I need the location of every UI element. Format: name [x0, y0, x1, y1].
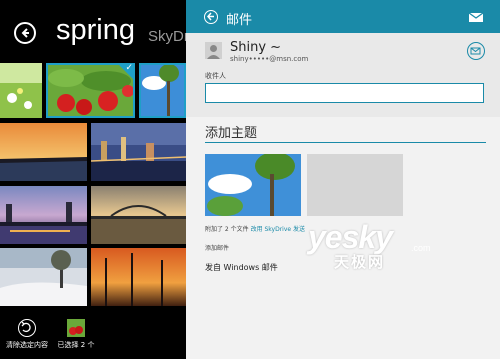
attachment-thumbnail-placeholder[interactable] — [307, 154, 403, 216]
back-arrow-icon — [207, 12, 214, 21]
mail-compose-pane: 邮件 Shiny ~ shiny•••••@msn.com 收件人 添加主题 附… — [186, 0, 500, 359]
next-folder-label[interactable]: SkyDrive — [148, 28, 186, 45]
from-email: shiny•••••@msn.com — [230, 55, 309, 63]
photo-tile-snow-landscape[interactable] — [0, 248, 87, 306]
clear-selection-label: 清除选定内容 — [6, 341, 48, 349]
send-icon[interactable] — [469, 13, 483, 22]
photos-back-button[interactable] — [14, 22, 36, 44]
attachment-thumbnail-sky-tree[interactable] — [205, 154, 301, 216]
mail-title: 邮件 — [226, 13, 253, 28]
folder-title: spring — [56, 14, 135, 46]
undo-icon — [18, 319, 36, 337]
photo-tile-night-city[interactable] — [91, 123, 186, 181]
mail-back-button[interactable] — [204, 10, 218, 24]
selected-items-button[interactable]: 已选择 2 个 — [54, 319, 98, 350]
watermark-name-cn: 天极网 — [334, 253, 386, 271]
to-field[interactable] — [205, 83, 484, 103]
watermark-tld: .com — [411, 243, 431, 253]
subject-input[interactable]: 添加主题 — [205, 122, 257, 141]
photo-tile-dusk-bridge[interactable] — [91, 186, 186, 244]
photo-tile-sky-tree-selected[interactable] — [139, 63, 186, 118]
photos-app: spring SkyDrive ✓ 清除选定内容 — [0, 0, 186, 359]
mail-signature[interactable]: 发自 Windows 邮件 — [205, 262, 278, 273]
mail-header: 邮件 — [186, 0, 500, 33]
compose-options-icon[interactable] — [467, 42, 485, 60]
add-mail-label[interactable]: 添加邮件 — [205, 243, 229, 252]
clear-selection-button[interactable]: 清除选定内容 — [4, 319, 50, 350]
subject-underline — [205, 142, 486, 143]
to-label: 收件人 — [205, 72, 226, 80]
selected-thumbnail — [67, 319, 85, 337]
photo-tile-cherries-selected[interactable]: ✓ — [46, 63, 135, 118]
photo-tile-flowers[interactable] — [0, 63, 42, 118]
from-section: Shiny ~ shiny•••••@msn.com 收件人 — [186, 33, 500, 117]
attachment-info: 附加了 2 个文件 改用 SkyDrive 发送 — [205, 224, 305, 233]
back-arrow-icon — [21, 28, 29, 38]
selected-count-label: 已选择 2 个 — [57, 341, 95, 349]
photos-app-bar: 清除选定内容 已选择 2 个 — [0, 315, 186, 359]
attachment-count: 附加了 2 个文件 — [205, 226, 249, 233]
photo-tile-orange-sunset[interactable] — [91, 248, 186, 306]
avatar — [205, 42, 222, 59]
photo-tile-castle-bridge[interactable] — [0, 186, 87, 244]
photo-tile-sunset-bridge[interactable] — [0, 123, 87, 181]
from-name[interactable]: Shiny ~ — [230, 40, 281, 55]
checkmark-icon: ✓ — [125, 63, 133, 73]
send-via-skydrive-link[interactable]: 改用 SkyDrive 发送 — [251, 226, 305, 233]
